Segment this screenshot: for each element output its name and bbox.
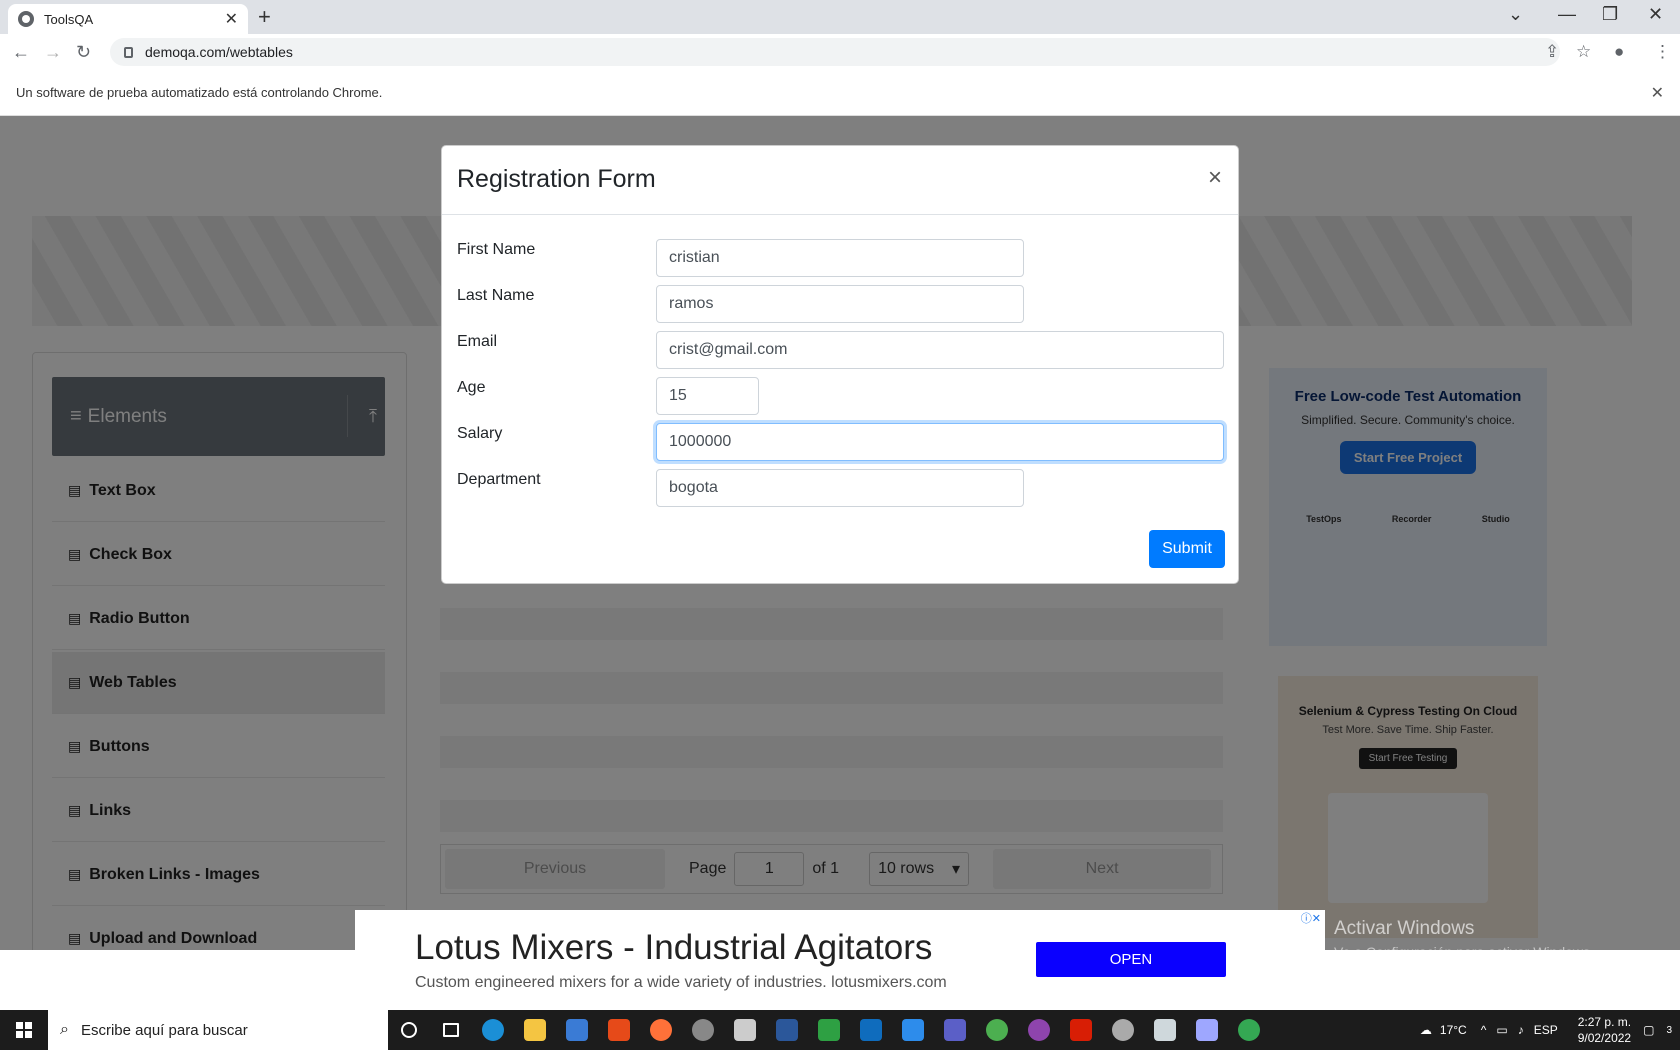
word-icon[interactable] [766, 1010, 808, 1050]
age-label: Age [457, 379, 486, 396]
podcast-icon[interactable] [1018, 1010, 1060, 1050]
firefox-icon[interactable] [640, 1010, 682, 1050]
url-text: demoqa.com/webtables [145, 44, 293, 60]
last-name-field[interactable] [656, 285, 1024, 323]
close-tab-icon[interactable]: ✕ [225, 9, 238, 29]
taskbar-search[interactable]: ⌕ Escribe aquí para buscar [48, 1010, 388, 1050]
globe-app-icon[interactable] [976, 1010, 1018, 1050]
network-icon[interactable]: ▭ [1496, 1023, 1507, 1037]
clock-date: 9/02/2022 [1577, 1031, 1632, 1045]
reload-icon[interactable]: ↻ [76, 42, 91, 63]
submit-button[interactable]: Submit [1149, 530, 1225, 568]
menu-icon[interactable]: ⋮ [1654, 42, 1671, 62]
infobar-text: Un software de prueba automatizado está … [16, 85, 383, 100]
globe-icon [18, 11, 34, 27]
bottom-ad-banner[interactable]: Lotus Mixers - Industrial Agitators Cust… [355, 910, 1325, 1010]
pointer-app-icon[interactable] [724, 1010, 766, 1050]
close-icon[interactable]: × [1208, 164, 1222, 192]
tab-title: ToolsQA [44, 11, 94, 27]
activation-watermark-title: Activar Windows [1334, 918, 1475, 939]
teams-icon[interactable] [934, 1010, 976, 1050]
chrome-icon[interactable] [1228, 1010, 1270, 1050]
modal-title: Registration Form [457, 165, 656, 193]
windows-logo-icon [16, 1022, 32, 1038]
language-indicator[interactable]: ESP [1534, 1023, 1558, 1037]
notification-icon[interactable]: ▢ [1643, 1023, 1654, 1037]
cortana-icon[interactable] [388, 1010, 430, 1050]
browser-tab[interactable]: ToolsQA ✕ [8, 4, 248, 34]
windows-taskbar: ⌕ Escribe aquí para buscar ☁ 17°C ^ ▭ ♪ … [0, 1010, 1680, 1050]
infobar-close-icon[interactable]: ✕ [1651, 83, 1664, 103]
system-tray: ☁ 17°C ^ ▭ ♪ ESP 2:27 p. m. 9/02/2022 ▢ … [1420, 1010, 1680, 1050]
clock[interactable]: 2:27 p. m. 9/02/2022 [1578, 1014, 1631, 1046]
temperature-text: 17°C [1439, 1023, 1467, 1037]
search-icon: ⌕ [60, 1021, 69, 1038]
tab-strip [0, 0, 1680, 34]
address-bar[interactable]: demoqa.com/webtables [110, 38, 1560, 66]
settings-icon[interactable] [1102, 1010, 1144, 1050]
salary-label: Salary [457, 425, 503, 442]
start-button[interactable] [0, 1010, 48, 1050]
restore-icon[interactable]: ❐ [1602, 4, 1618, 25]
volume-icon[interactable]: ♪ [1518, 1023, 1524, 1037]
activation-watermark-subtitle: Ve a Configuración para activar Windows. [1334, 944, 1594, 960]
office-icon[interactable] [598, 1010, 640, 1050]
email-label: Email [457, 333, 498, 350]
file-explorer-icon[interactable] [514, 1010, 556, 1050]
chrome-canary-icon[interactable] [682, 1010, 724, 1050]
outlook-icon[interactable] [850, 1010, 892, 1050]
department-field[interactable] [656, 469, 1024, 507]
edge-icon[interactable] [472, 1010, 514, 1050]
automation-infobar: Un software de prueba automatizado está … [0, 70, 1680, 116]
registration-modal: Registration Form × First Name Last Name… [441, 145, 1239, 584]
modal-header: Registration Form × [442, 146, 1238, 215]
ad-headline: Lotus Mixers - Industrial Agitators [415, 928, 933, 967]
taskbar-search-placeholder: Escribe aquí para buscar [80, 1021, 248, 1039]
first-name-label: First Name [457, 241, 536, 258]
ad-subline: Custom engineered mixers for a wide vari… [415, 974, 947, 991]
forward-icon[interactable]: → [44, 42, 62, 63]
profile-icon[interactable]: ● [1614, 42, 1624, 62]
open-button[interactable]: OPEN [1036, 942, 1226, 977]
last-name-label: Last Name [457, 287, 535, 304]
department-label: Department [457, 471, 541, 488]
ad-close-icon[interactable]: ⓘ✕ [1301, 910, 1321, 926]
tab-search-icon[interactable]: ⌄ [1508, 4, 1523, 25]
star-icon[interactable]: ☆ [1576, 42, 1591, 62]
cloud-app-icon[interactable] [1144, 1010, 1186, 1050]
share-icon[interactable]: ⇪ [1545, 42, 1559, 62]
new-tab-icon[interactable]: + [258, 4, 271, 30]
weather-icon[interactable]: ☁ [1420, 1023, 1432, 1037]
acrobat-icon[interactable] [1060, 1010, 1102, 1050]
lock-icon [124, 46, 133, 58]
chevron-up-icon[interactable]: ^ [1481, 1023, 1487, 1037]
first-name-field[interactable] [656, 239, 1024, 277]
task-view-icon[interactable] [430, 1010, 472, 1050]
age-field[interactable] [656, 377, 759, 415]
f-app-icon[interactable] [892, 1010, 934, 1050]
store-icon[interactable] [556, 1010, 598, 1050]
back-icon[interactable]: ← [12, 42, 30, 63]
clock-time: 2:27 p. m. [1577, 1015, 1632, 1029]
salary-field[interactable] [656, 423, 1224, 461]
notification-count: 3 [1666, 1024, 1672, 1036]
media-icon[interactable] [808, 1010, 850, 1050]
minimize-icon[interactable]: — [1558, 4, 1576, 25]
window-close-icon[interactable]: ✕ [1648, 4, 1663, 25]
email-field[interactable] [656, 331, 1224, 369]
terminal-icon[interactable] [1186, 1010, 1228, 1050]
